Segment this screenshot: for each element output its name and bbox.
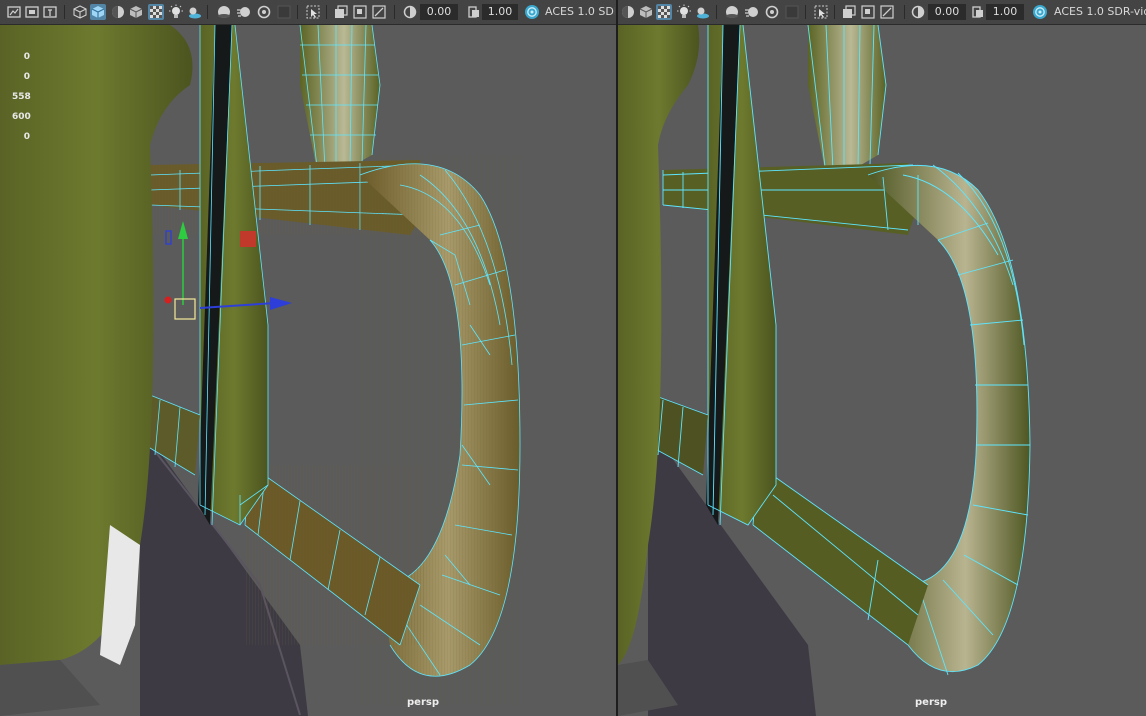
xray-joints-icon[interactable]	[352, 4, 368, 20]
image-plane-icon[interactable]	[72, 4, 88, 20]
use-lights-icon[interactable]	[676, 4, 692, 20]
anti-aliasing-icon[interactable]	[256, 4, 272, 20]
panel-divider[interactable]	[616, 0, 618, 716]
xray-joints-icon[interactable]	[860, 4, 876, 20]
ambient-occlusion-icon[interactable]	[724, 4, 740, 20]
camera-name-label: persp	[915, 697, 947, 708]
left-viewport[interactable]: 0 0 558 600 0 persp	[0, 25, 616, 716]
gamma-value-field[interactable]	[482, 4, 518, 20]
hud-value: 0	[23, 72, 30, 82]
smooth-shade-icon[interactable]	[620, 4, 636, 20]
use-lights-icon[interactable]	[168, 4, 184, 20]
xray-icon[interactable]	[333, 4, 349, 20]
toolbar-separator	[297, 5, 298, 19]
exposure-value-field[interactable]	[420, 4, 458, 20]
toolbar-separator	[805, 5, 806, 19]
color-management-icon[interactable]	[524, 4, 540, 20]
gamma-icon[interactable]	[970, 4, 986, 20]
depth-of-field-icon[interactable]	[276, 4, 292, 20]
bookmark-icon[interactable]	[42, 4, 58, 20]
exposure-value-field[interactable]	[928, 4, 966, 20]
shadows-icon[interactable]	[186, 4, 202, 20]
right-viewport[interactable]: persp	[618, 25, 1146, 716]
viewport-panel-toolbar: ACES 1.0 SDR	[0, 0, 1146, 25]
color-management-icon[interactable]	[1032, 4, 1048, 20]
toolbar-separator	[834, 5, 835, 19]
hud-value: 0	[23, 132, 30, 142]
ambient-occlusion-icon[interactable]	[216, 4, 232, 20]
motion-blur-icon[interactable]	[744, 4, 760, 20]
hud-value: 558	[12, 92, 31, 102]
color-management-label[interactable]: ACES 1.0 SDR-vide	[1054, 4, 1146, 20]
exposure-icon[interactable]	[910, 4, 926, 20]
wireframe-icon[interactable]	[90, 4, 106, 20]
toolbar-separator	[394, 5, 395, 19]
camera-name-label: persp	[407, 697, 439, 708]
hud-value: 600	[12, 112, 31, 122]
toolbar-separator	[64, 5, 65, 19]
exposure-icon[interactable]	[402, 4, 418, 20]
motion-blur-icon[interactable]	[236, 4, 252, 20]
select-camera-icon[interactable]	[6, 4, 22, 20]
textured-icon[interactable]	[656, 4, 672, 20]
xray-components-icon[interactable]	[371, 4, 387, 20]
xray-components-icon[interactable]	[879, 4, 895, 20]
hud-value: 0	[23, 52, 30, 62]
left-panel-toolbar: ACES 1.0 SDR	[0, 0, 616, 24]
isolate-select-icon[interactable]	[305, 4, 321, 20]
right-panel-toolbar: ACES 1.0 SDR-vide	[618, 0, 1146, 24]
depth-of-field-icon[interactable]	[784, 4, 800, 20]
anti-aliasing-icon[interactable]	[764, 4, 780, 20]
textured-icon[interactable]	[148, 4, 164, 20]
gamma-value-field[interactable]	[986, 4, 1024, 20]
smooth-shade-icon[interactable]	[110, 4, 126, 20]
toolbar-separator	[207, 5, 208, 19]
camera-attributes-icon[interactable]	[24, 4, 40, 20]
toolbar-separator	[326, 5, 327, 19]
maya-viewport-window: ACES 1.0 SDR	[0, 0, 1146, 716]
gamma-icon[interactable]	[466, 4, 482, 20]
hud-readout: 0 0 558 600 0	[12, 47, 31, 147]
color-management-label[interactable]: ACES 1.0 SDR	[545, 4, 615, 20]
isolate-select-icon[interactable]	[813, 4, 829, 20]
right-viewport-scene	[618, 25, 1146, 716]
toolbar-separator	[904, 5, 905, 19]
default-material-icon[interactable]	[638, 4, 654, 20]
left-viewport-scene	[0, 25, 616, 716]
toolbar-separator	[716, 5, 717, 19]
xray-icon[interactable]	[841, 4, 857, 20]
default-material-icon[interactable]	[128, 4, 144, 20]
shadows-icon[interactable]	[694, 4, 710, 20]
